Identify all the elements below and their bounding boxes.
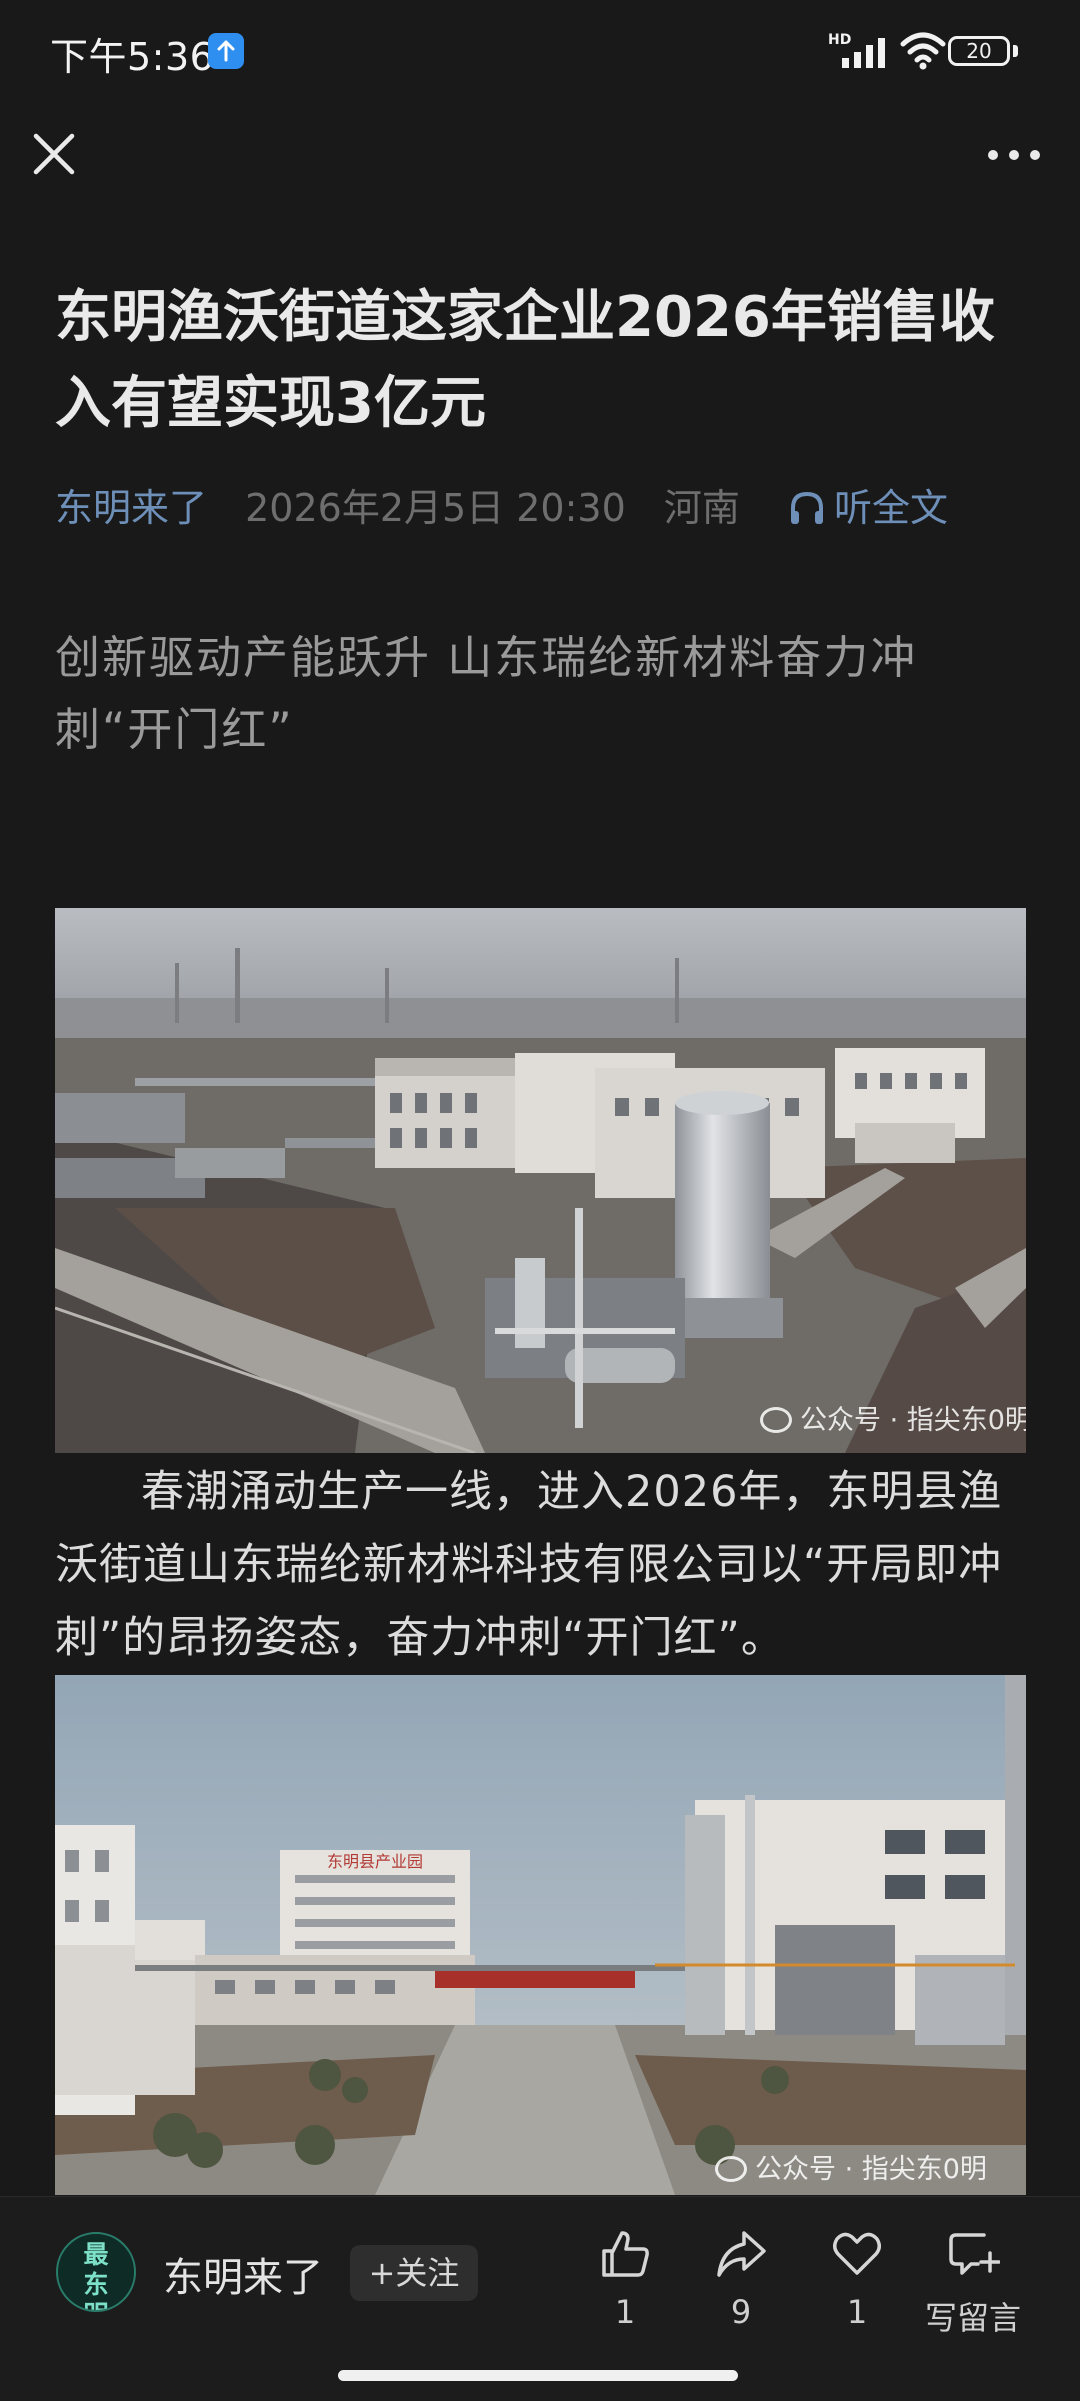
- more-dot: [988, 150, 998, 160]
- headphones-icon: [790, 491, 823, 524]
- industrial-park-image: 东明县产业园: [55, 1675, 1026, 2195]
- battery-tip: [1013, 45, 1018, 57]
- photo-watermark: 公众号 · 指尖东0明: [715, 2147, 987, 2186]
- share-arrow-icon: [717, 2231, 766, 2277]
- status-time: 下午5:36: [50, 35, 215, 79]
- watermark-text: 公众号 · 指尖东0明: [755, 2154, 987, 2185]
- wechat-icon: [715, 2156, 747, 2182]
- like-count: 1: [614, 2293, 636, 2331]
- share-button[interactable]: 9: [686, 2227, 796, 2331]
- wechat-icon: [760, 1407, 792, 1433]
- article-meta: 东明来了 2026年2月5日 20:30 河南 听全文: [55, 480, 948, 536]
- close-button[interactable]: [30, 130, 78, 178]
- industrial-park-photo[interactable]: 东明县产业园 公众号 · 指尖东0明: [55, 1675, 1026, 2195]
- share-count: 9: [730, 2293, 752, 2331]
- status-bar: 下午5:36 HD 20: [0, 0, 1080, 100]
- account-avatar[interactable]: 最东明: [56, 2232, 136, 2312]
- close-icon: [33, 133, 75, 175]
- comment-add-icon: [949, 2233, 1000, 2275]
- article-title: 东明渔沃街道这家企业2026年销售收入有望实现3亿元: [55, 285, 995, 436]
- factory-aerial-image: [55, 908, 1026, 1453]
- listen-button[interactable]: 听全文: [788, 486, 948, 530]
- comment-label: 写留言: [924, 2299, 1021, 2337]
- watermark-text: 公众号 · 指尖东0明: [800, 1405, 1026, 1436]
- factory-aerial-photo[interactable]: 公众号 · 指尖东0明: [55, 908, 1026, 1453]
- follow-button[interactable]: +关注: [350, 2245, 478, 2301]
- battery-level: 20: [966, 39, 992, 63]
- listen-label: 听全文: [833, 486, 948, 530]
- author-link[interactable]: 东明来了: [55, 486, 207, 530]
- bottom-action-bar: 最东明 东明来了 +关注 1 9 1 写留言: [0, 2196, 1080, 2401]
- account-name[interactable]: 东明来了: [163, 2245, 323, 2303]
- more-dot: [1030, 150, 1040, 160]
- upload-notification-icon: [208, 33, 244, 69]
- avatar-text: 最东明: [83, 2240, 109, 2310]
- like-button[interactable]: 1: [570, 2227, 680, 2331]
- photo-watermark: 公众号 · 指尖东0明: [760, 1398, 1026, 1437]
- wifi-icon: [900, 32, 946, 70]
- building-sign: 东明县产业园: [327, 1852, 423, 1871]
- thumbs-up-icon: [602, 2231, 649, 2277]
- article-paragraph: 春潮涌动生产一线，进入2026年，东明县渔沃街道山东瑞纶新材料科技有限公司以“开…: [55, 1467, 1003, 1663]
- battery-icon: 20: [948, 36, 1018, 66]
- heart-icon: [833, 2232, 881, 2275]
- article-subtitle: 创新驱动产能跃升 山东瑞纶新材料奋力冲刺“开门红”: [55, 631, 918, 756]
- comment-button[interactable]: 写留言: [918, 2227, 1028, 2339]
- more-dot: [1009, 150, 1019, 160]
- home-indicator[interactable]: [338, 2370, 738, 2381]
- signal-icon: [842, 38, 885, 68]
- favorite-button[interactable]: 1: [802, 2227, 912, 2331]
- publish-date: 2026年2月5日 20:30: [245, 486, 626, 530]
- favorite-count: 1: [846, 2293, 868, 2331]
- more-options-button[interactable]: [988, 146, 1040, 166]
- publish-region: 河南: [663, 486, 740, 530]
